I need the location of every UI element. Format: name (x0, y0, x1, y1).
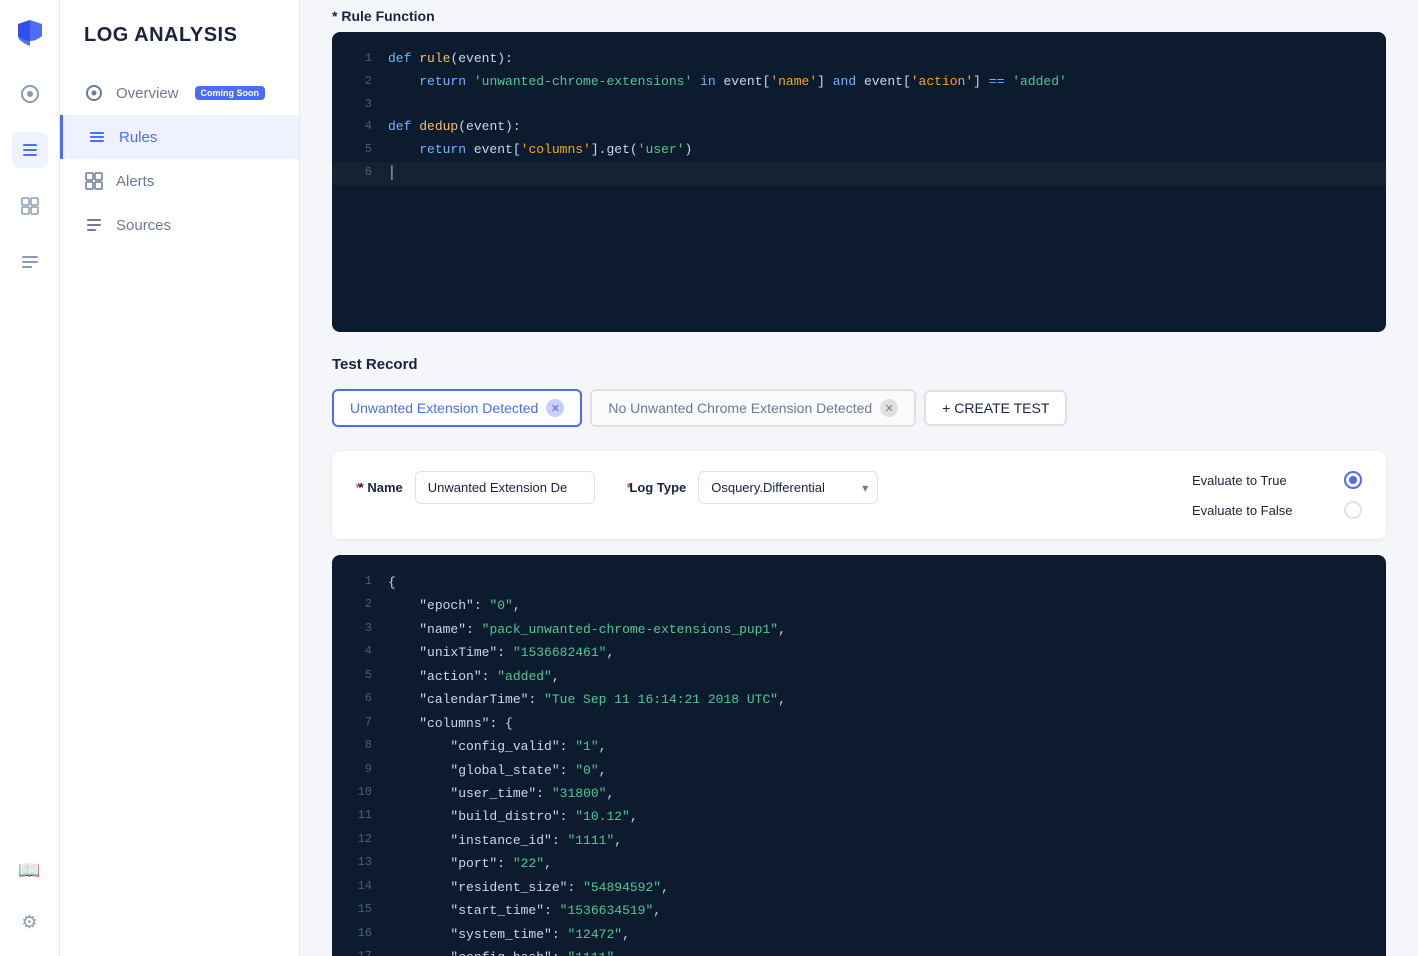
json-line-15: 15 "start_time": "1536634519", (332, 899, 1386, 922)
test-tabs-container: Unwanted Extension Detected ✕ No Unwante… (332, 389, 1386, 427)
log-type-select-wrapper: Osquery.Differential Osquery.Snapshot Cl… (698, 471, 878, 504)
name-input[interactable] (415, 471, 595, 504)
app-title: LOG ANALYSIS (60, 24, 299, 71)
json-line-1: 1 { (332, 571, 1386, 594)
nav-icon-alerts[interactable] (12, 188, 48, 224)
json-line-14: 14 "resident_size": "54894592", (332, 876, 1386, 899)
evaluate-section: Evaluate to True Evaluate to False (1192, 471, 1362, 519)
sidebar-item-label-rules: Rules (119, 129, 157, 146)
sidebar-item-overview[interactable]: Overview Coming Soon (60, 71, 299, 115)
book-icon[interactable]: 📖 (12, 852, 48, 888)
json-line-3: 3 "name": "pack_unwanted-chrome-extensio… (332, 618, 1386, 641)
test-record-section: Test Record Unwanted Extension Detected … (332, 356, 1386, 427)
code-editor[interactable]: 1 def rule(event): 2 return 'unwanted-ch… (332, 32, 1386, 332)
evaluate-false-radio[interactable] (1344, 501, 1362, 519)
app-logo[interactable] (14, 16, 46, 48)
overview-nav-icon (84, 83, 104, 103)
sidebar-item-label-sources: Sources (116, 217, 171, 234)
log-type-select[interactable]: Osquery.Differential Osquery.Snapshot Cl… (698, 471, 878, 504)
sidebar-narrow: 📖 ⚙ (0, 0, 60, 956)
name-label: * * Name (356, 480, 403, 495)
json-line-11: 11 "build_distro": "10.12", (332, 805, 1386, 828)
code-line-2: 2 return 'unwanted-chrome-extensions' in… (332, 71, 1386, 94)
sidebar-item-label-alerts: Alerts (116, 173, 154, 190)
json-line-12: 12 "instance_id": "1111", (332, 829, 1386, 852)
evaluate-true-row: Evaluate to True (1192, 471, 1362, 489)
json-line-13: 13 "port": "22", (332, 852, 1386, 875)
sources-nav-icon (84, 215, 104, 235)
json-line-8: 8 "config_valid": "1", (332, 735, 1386, 758)
evaluate-false-label: Evaluate to False (1192, 503, 1332, 518)
json-line-7: 7 "columns": { (332, 712, 1386, 735)
settings-icon[interactable]: ⚙ (12, 904, 48, 940)
rule-function-label: * Rule Function (332, 8, 1386, 24)
test-tab-no-extension[interactable]: No Unwanted Chrome Extension Detected ✕ (590, 389, 916, 427)
test-tab-label-2: No Unwanted Chrome Extension Detected (608, 400, 872, 416)
json-line-4: 4 "unixTime": "1536682461", (332, 641, 1386, 664)
alerts-nav-icon (84, 171, 104, 191)
json-line-6: 6 "calendarTime": "Tue Sep 11 16:14:21 2… (332, 688, 1386, 711)
sidebar-item-alerts[interactable]: Alerts (60, 159, 299, 203)
json-line-16: 16 "system_time": "12472", (332, 923, 1386, 946)
nav-icon-overview[interactable] (12, 76, 48, 112)
sidebar-wide: LOG ANALYSIS Overview Coming Soon Rules (60, 0, 300, 956)
test-tab-label-1: Unwanted Extension Detected (350, 400, 538, 416)
code-line-5: 5 return event['columns'].get('user') (332, 139, 1386, 162)
evaluate-false-row: Evaluate to False (1192, 501, 1362, 519)
main-content: * Rule Function 1 def rule(event): 2 ret… (300, 0, 1418, 956)
json-line-10: 10 "user_time": "31800", (332, 782, 1386, 805)
code-line-4: 4 def dedup(event): (332, 116, 1386, 139)
coming-soon-badge: Coming Soon (195, 86, 266, 100)
sidebar-item-label-overview: Overview (116, 85, 179, 102)
json-line-17: 17 "config_hash": "1111", (332, 946, 1386, 956)
code-line-1: 1 def rule(event): (332, 48, 1386, 71)
json-line-5: 5 "action": "added", (332, 665, 1386, 688)
nav-icon-rules[interactable] (12, 132, 48, 168)
rules-nav-icon (87, 127, 107, 147)
evaluate-true-radio[interactable] (1344, 471, 1362, 489)
close-tab-2-icon[interactable]: ✕ (880, 399, 898, 417)
close-tab-1-icon[interactable]: ✕ (546, 399, 564, 417)
test-record-title: Test Record (332, 356, 1386, 373)
evaluate-true-label: Evaluate to True (1192, 473, 1332, 488)
log-type-label: * Log Type (627, 480, 686, 495)
code-line-6: 6 │ (332, 162, 1386, 185)
log-type-field-group: * Log Type Osquery.Differential Osquery.… (627, 471, 878, 504)
name-field-group: * * Name (356, 471, 595, 504)
json-editor[interactable]: 1 { 2 "epoch": "0", 3 "name": "pack_unwa… (332, 555, 1386, 956)
create-test-button[interactable]: + CREATE TEST (924, 390, 1067, 426)
nav-icon-sources[interactable] (12, 244, 48, 280)
test-tab-unwanted-extension[interactable]: Unwanted Extension Detected ✕ (332, 389, 582, 427)
sidebar-item-rules[interactable]: Rules (60, 115, 299, 159)
json-line-9: 9 "global_state": "0", (332, 759, 1386, 782)
json-line-2: 2 "epoch": "0", (332, 594, 1386, 617)
form-row: * * Name * Log Type Osquery.Differential… (332, 451, 1386, 539)
sidebar-item-sources[interactable]: Sources (60, 203, 299, 247)
code-line-3: 3 (332, 94, 1386, 117)
